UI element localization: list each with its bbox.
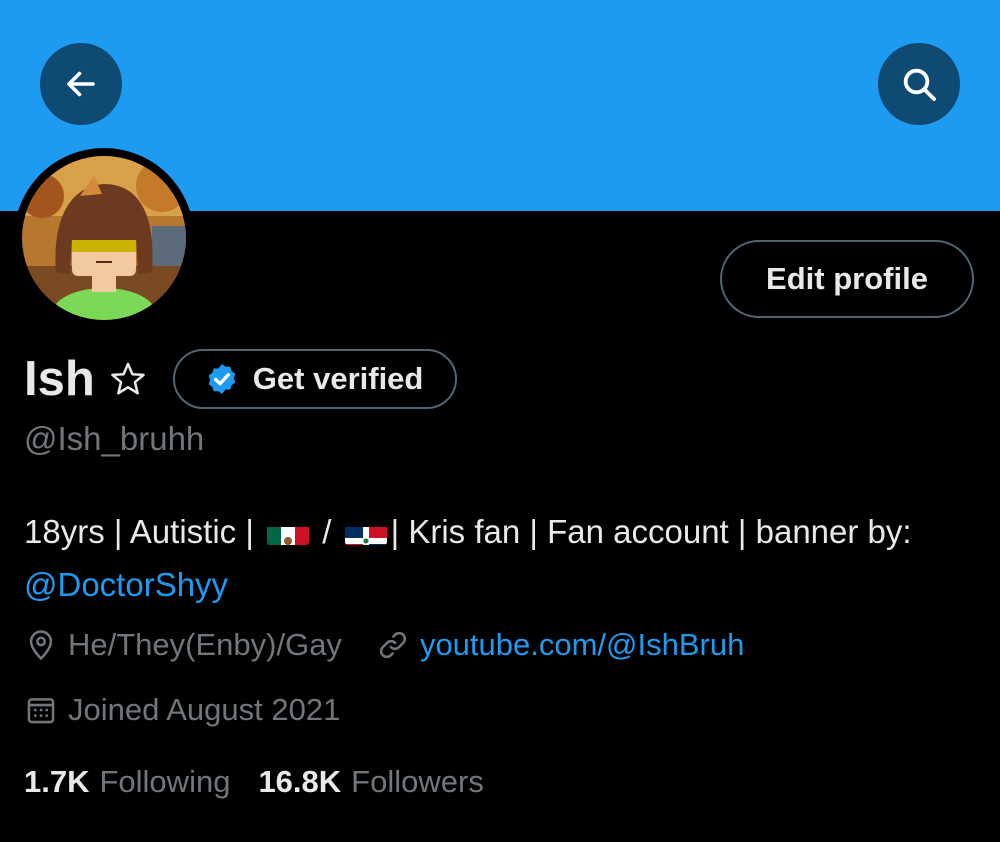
avatar-frame (14, 148, 194, 328)
followers-link[interactable]: 16.8K Followers (258, 764, 483, 800)
back-button[interactable] (40, 43, 122, 125)
joined-row: Joined August 2021 (24, 692, 340, 728)
link-icon (376, 628, 410, 662)
profile-bio: 18yrs | Autistic | / | Kris fan | Fan ac… (24, 505, 974, 611)
follow-counts: 1.7K Following 16.8K Followers (24, 764, 484, 800)
bio-separator: / (313, 513, 341, 550)
website-link[interactable]: youtube.com/@IshBruh (420, 627, 744, 663)
followers-count: 16.8K (258, 764, 342, 799)
search-icon (903, 68, 936, 101)
verified-badge-icon (208, 364, 236, 394)
name-row: Ish Get verified (24, 348, 458, 410)
calendar-icon (24, 693, 58, 727)
bio-text-2: | Kris fan | Fan account | banner by: (390, 513, 912, 550)
following-count: 1.7K (24, 764, 90, 799)
joined-date: Joined August 2021 (68, 692, 341, 727)
edit-profile-button[interactable]: Edit profile (720, 240, 974, 318)
user-handle: @Ish_bruhh (24, 420, 205, 457)
mexico-flag-icon (267, 517, 310, 546)
arrow-left-icon (67, 71, 95, 97)
profile-meta-row: He/They(Enby)/Gay youtube.com/@IshBruh (24, 627, 744, 663)
bio-text-1: 18yrs | Autistic | (24, 513, 264, 550)
get-verified-label: Get verified (252, 361, 424, 396)
star-outline-icon (109, 360, 147, 398)
dominican-republic-flag-icon (344, 517, 387, 546)
search-button[interactable] (878, 43, 960, 125)
display-name: Ish (24, 352, 95, 406)
followers-label: Followers (351, 764, 484, 799)
following-label: Following (99, 764, 231, 799)
bio-mention-link[interactable]: @DoctorShyy (24, 566, 228, 603)
get-verified-button[interactable]: Get verified (172, 349, 458, 409)
following-link[interactable]: 1.7K Following (24, 764, 230, 800)
location-pin-icon (24, 628, 58, 662)
location-text: He/They(Enby)/Gay (68, 627, 342, 662)
avatar[interactable] (22, 156, 186, 320)
